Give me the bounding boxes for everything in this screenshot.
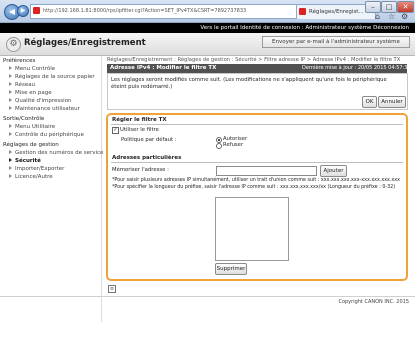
- arrow-icon: [9, 106, 12, 110]
- policy-deny-label: Refuser: [223, 142, 244, 148]
- sidebar-item-license[interactable]: Licence/Autre: [9, 174, 53, 180]
- arrow-icon: [9, 166, 12, 170]
- sidebar-item-import-export[interactable]: Importer/Exporter: [9, 166, 64, 172]
- sidebar-item-service-numbers[interactable]: Gestion des numéros de service: [9, 150, 103, 156]
- hint-prefix: *Pour spécifier la longueur du préfixe, …: [112, 185, 396, 190]
- breadcrumb[interactable]: Réglages/Enregistrement : Réglages de ge…: [107, 57, 400, 63]
- notice-text: Les réglages seront modifiés comme suit.…: [111, 77, 387, 90]
- sidebar-item-menu-controle[interactable]: Menu Contrôle: [9, 66, 55, 72]
- sidebar-item-user-maintenance[interactable]: Maintenance utilisateur: [9, 106, 80, 112]
- use-filter-label: Utiliser le filtre: [120, 127, 159, 133]
- sidebar-item-print-quality[interactable]: Qualité d'impression: [9, 98, 72, 104]
- home-icon[interactable]: ⌂: [375, 12, 380, 21]
- address-bar[interactable]: http://192.168.1.81:8000/rps/ipfilter.cg…: [30, 4, 306, 19]
- sidebar-item-device-control[interactable]: Contrôle du périphérique: [9, 132, 84, 138]
- sidebar-category-preferences: Préférences: [3, 58, 36, 64]
- tab-favicon-icon: [299, 8, 306, 15]
- arrow-icon: [9, 98, 12, 102]
- arrow-icon: [9, 132, 12, 136]
- star-icon[interactable]: ☆: [388, 12, 395, 21]
- sidebar-category-management: Réglages de gestion: [3, 142, 59, 148]
- settings-app-icon: ⚙: [6, 37, 21, 52]
- cancel-button[interactable]: Annuler: [378, 96, 406, 108]
- arrow-icon: [9, 66, 12, 70]
- default-policy-label: Politique par défaut :: [121, 137, 177, 143]
- tx-filter-section-title: Régler le filtre TX: [112, 117, 167, 123]
- gear-icon[interactable]: ⚙: [401, 12, 408, 21]
- page-top-icon[interactable]: ≡: [108, 285, 116, 293]
- copyright: Copyright CANON INC. 2015: [338, 299, 409, 305]
- page-title: Adresse IPv4 : Modifier le filtre TX: [110, 65, 217, 71]
- divider: [111, 124, 403, 125]
- sidebar-item-paper-source[interactable]: Réglages de la source papier: [9, 74, 95, 80]
- top-links[interactable]: Vers le portail Identité de connexion : …: [200, 23, 409, 33]
- last-update: Dernière mise à jour : 20/05 2015 04:57:…: [302, 65, 411, 71]
- sidebar-item-network[interactable]: Réseau: [9, 82, 35, 88]
- arrow-icon: [9, 158, 12, 162]
- arrow-icon: [9, 174, 12, 178]
- add-button[interactable]: Ajouter: [320, 165, 347, 177]
- arrow-icon: [9, 82, 12, 86]
- app-title: Réglages/Enregistrement: [24, 38, 146, 48]
- policy-deny-radio[interactable]: [216, 143, 222, 149]
- arrow-icon: [9, 90, 12, 94]
- use-filter-checkbox[interactable]: ✓: [112, 127, 119, 134]
- hint-range: *Pour saisir plusieurs adresses IP simul…: [112, 178, 400, 183]
- site-icon: [33, 7, 40, 14]
- arrow-icon: [9, 74, 12, 78]
- forward-button[interactable]: ▶: [17, 5, 29, 17]
- ok-button[interactable]: OK: [362, 96, 377, 108]
- browser-tab[interactable]: Réglages/Enregist...: [296, 4, 376, 19]
- specific-addresses-title: Adresses particulières: [112, 155, 182, 161]
- divider: [111, 162, 403, 163]
- address-input[interactable]: [216, 166, 317, 176]
- footer-divider: [0, 296, 415, 297]
- sidebar-category-output: Sortie/Contrôle: [3, 116, 45, 122]
- arrow-icon: [9, 150, 12, 154]
- arrow-icon: [9, 124, 12, 128]
- sidebar-item-utility-menu[interactable]: Menu Utilitaire: [9, 124, 55, 130]
- sidebar-item-layout[interactable]: Mise en page: [9, 90, 52, 96]
- sidebar-item-security[interactable]: Sécurité: [9, 158, 41, 164]
- sidebar: Préférences Menu Contrôle Réglages de la…: [0, 56, 103, 322]
- delete-button[interactable]: Supprimer: [215, 263, 247, 275]
- email-admin-button[interactable]: Envoyer par e-mail à l'administrateur sy…: [262, 36, 410, 48]
- memorize-address-label: Mémoriser l'adresse :: [112, 167, 169, 173]
- address-list[interactable]: [215, 197, 289, 261]
